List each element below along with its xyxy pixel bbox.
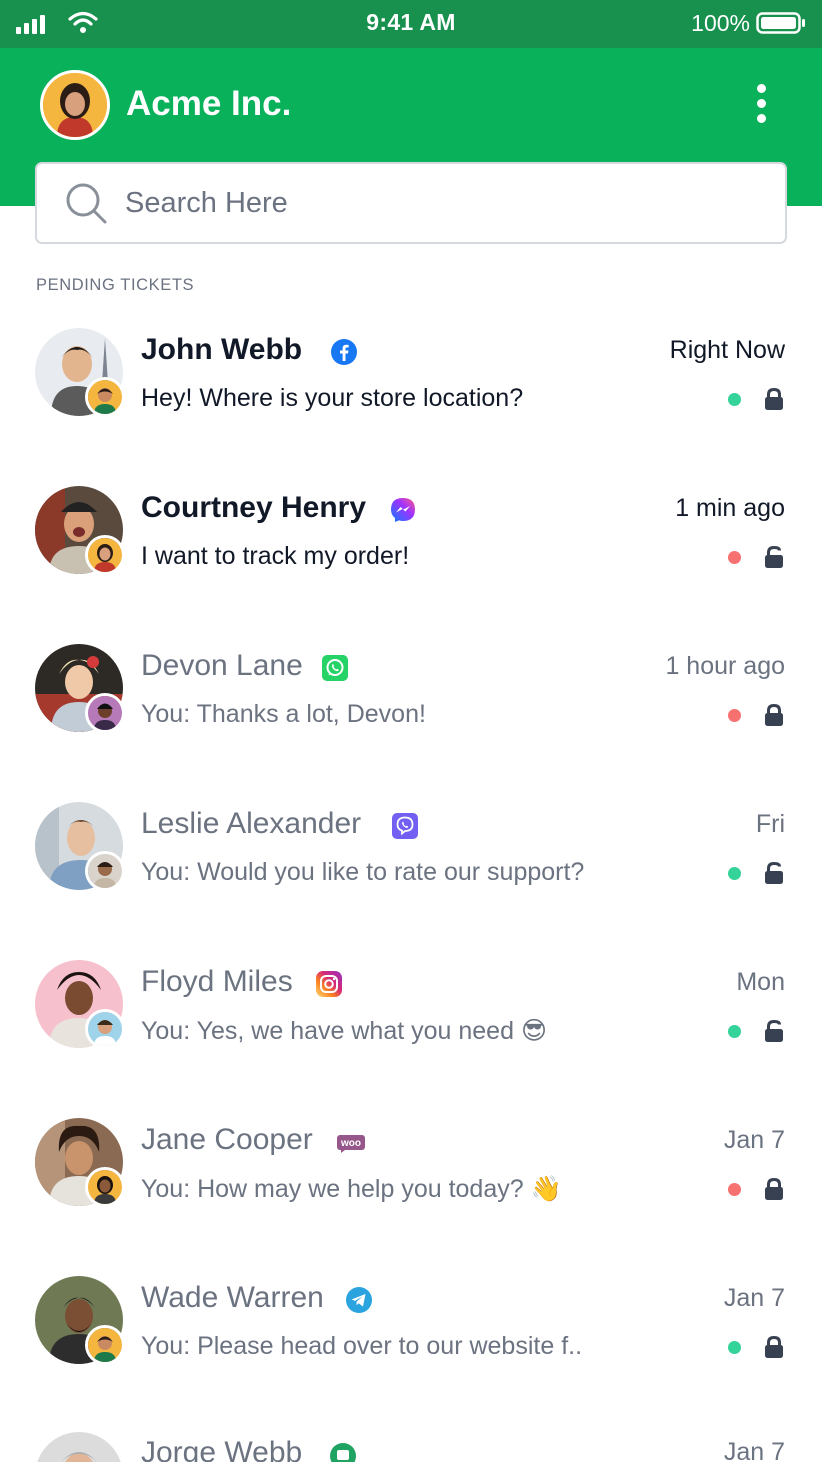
message-text: You: How may we help you today? xyxy=(141,1175,524,1203)
customer-name: Wade Warren xyxy=(141,1281,324,1314)
agent-avatar xyxy=(85,851,125,891)
status-dot xyxy=(728,1183,741,1196)
customer-name: John Webb xyxy=(141,333,303,366)
lock-closed-icon xyxy=(765,703,783,726)
customer-name: Courtney Henry xyxy=(141,491,367,524)
woocommerce-icon: woo xyxy=(337,1135,365,1153)
ticket-row[interactable]: Leslie Alexander You: Would you like to … xyxy=(0,802,822,922)
customer-name: Floyd Miles xyxy=(141,965,293,998)
agent-avatar xyxy=(85,1009,125,1049)
svg-text:woo: woo xyxy=(340,1138,361,1149)
ticket-row[interactable]: Jane Cooper woo You: How may we help you… xyxy=(0,1118,822,1238)
search-icon xyxy=(66,183,107,224)
telegram-icon xyxy=(346,1287,372,1313)
workspace-title: Acme Inc. xyxy=(126,84,292,123)
more-menu-button[interactable] xyxy=(746,80,776,130)
battery-icon xyxy=(756,12,805,34)
ticket-row[interactable]: Wade Warren You: Please head over to our… xyxy=(0,1276,822,1396)
lock-open-icon xyxy=(765,545,783,568)
ticket-time: 1 min ago xyxy=(675,494,785,522)
workspace-avatar[interactable] xyxy=(40,70,110,140)
ticket-row[interactable]: Devon Lane You: Thanks a lot, Devon! 1 h… xyxy=(0,644,822,764)
viber-icon xyxy=(392,813,418,839)
ticket-time: Fri xyxy=(755,810,785,838)
section-heading: PENDING TICKETS xyxy=(36,276,195,294)
more-vertical-icon xyxy=(756,84,766,93)
message-preview: You: Yes, we have what you need 😎 xyxy=(141,1016,547,1046)
ticket-time: Mon xyxy=(736,968,785,996)
search-input[interactable] xyxy=(125,174,765,232)
message-preview: You: Please head over to our website f.. xyxy=(141,1332,583,1360)
whatsapp-icon xyxy=(322,655,348,681)
message-preview: You: Thanks a lot, Devon! xyxy=(141,700,426,728)
ticket-row[interactable]: Jorge Webb Jan 7 xyxy=(0,1432,822,1462)
status-dot xyxy=(728,393,741,406)
status-dot xyxy=(728,1025,741,1038)
status-bar: 9:41 AM 100% xyxy=(0,0,822,48)
message-preview: You: How may we help you today? 👋 xyxy=(141,1174,562,1204)
status-dot xyxy=(728,1341,741,1354)
sunglasses-emoji: 😎 xyxy=(520,1016,548,1045)
battery-percentage: 100% xyxy=(691,10,750,36)
facebook-icon xyxy=(331,339,357,365)
customer-name: Jane Cooper xyxy=(141,1123,313,1156)
ticket-row[interactable]: Courtney Henry I want to track my order!… xyxy=(0,486,822,606)
message-preview: You: Would you like to rate our support? xyxy=(141,858,585,886)
more-vertical-icon xyxy=(756,114,766,123)
agent-avatar xyxy=(85,377,125,417)
status-dot xyxy=(728,551,741,564)
agent-avatar xyxy=(85,535,125,575)
ticket-time: 1 hour ago xyxy=(665,652,785,680)
agent-avatar xyxy=(85,693,125,733)
ticket-row[interactable]: John Webb Hey! Where is your store locat… xyxy=(0,328,822,448)
customer-name: Jorge Webb xyxy=(141,1436,303,1462)
message-text: You: Yes, we have what you need xyxy=(141,1017,514,1045)
message-preview: I want to track my order! xyxy=(141,542,410,570)
agent-avatar xyxy=(85,1167,125,1207)
waving-hand-emoji: 👋 xyxy=(530,1174,562,1203)
status-dot xyxy=(728,709,741,722)
customer-name: Leslie Alexander xyxy=(141,807,362,840)
lock-closed-icon xyxy=(765,1177,783,1200)
messenger-icon xyxy=(391,498,415,522)
ticket-time: Jan 7 xyxy=(723,1126,785,1154)
lock-open-icon xyxy=(765,1019,783,1042)
status-dot xyxy=(728,867,741,880)
instagram-icon xyxy=(316,971,342,997)
ticket-time: Jan 7 xyxy=(723,1438,785,1462)
agent-avatar xyxy=(85,1325,125,1365)
customer-avatar xyxy=(35,1432,123,1462)
lock-open-icon xyxy=(765,861,783,884)
more-vertical-icon xyxy=(756,99,766,108)
customer-name: Devon Lane xyxy=(141,649,303,682)
google-chat-icon xyxy=(330,1443,356,1462)
message-preview: Hey! Where is your store location? xyxy=(141,384,524,412)
search-box xyxy=(35,162,787,244)
ticket-time: Right Now xyxy=(669,336,785,364)
ticket-time: Jan 7 xyxy=(723,1284,785,1312)
lock-closed-icon xyxy=(765,1335,783,1358)
lock-closed-icon xyxy=(765,387,783,410)
ticket-row[interactable]: Floyd Miles You: Yes, we have what you n… xyxy=(0,960,822,1080)
